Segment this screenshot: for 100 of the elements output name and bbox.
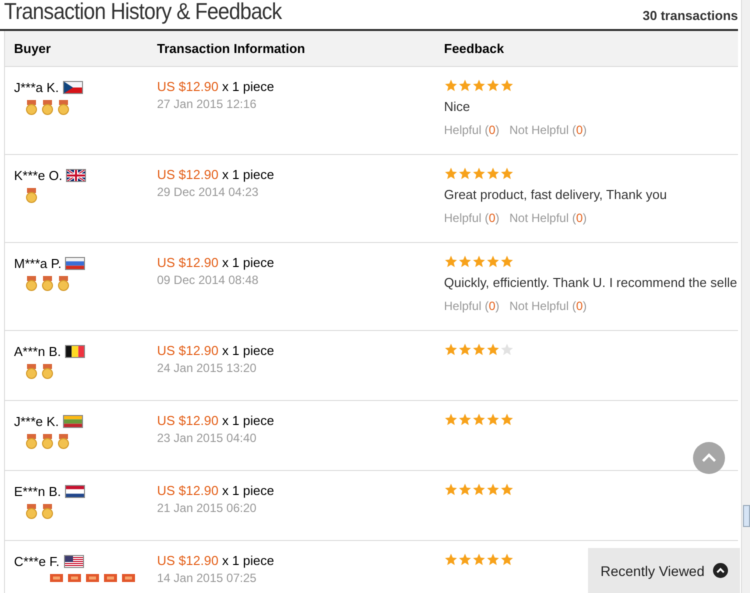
star-icon: [500, 79, 514, 92]
flag-icon: [62, 80, 83, 94]
star-icon: [472, 553, 486, 566]
star-icon: [444, 167, 458, 180]
feedback-comment: Nice: [444, 99, 472, 114]
star-icon: [458, 167, 472, 180]
star-icon: [500, 413, 514, 426]
price-quantity: US $12.90 x 1 piece: [157, 413, 276, 428]
star-icon: [472, 343, 486, 356]
column-header: Transaction Information: [156, 41, 306, 56]
transaction-date: 21 Jan 2015 06:20: [157, 501, 258, 515]
star-icon: [500, 483, 514, 496]
star-icon: [444, 79, 458, 92]
flag-icon: [64, 484, 85, 498]
star-icon: [458, 413, 472, 426]
page-title: Transaction History & Feedback: [4, 0, 282, 25]
transaction-date: 14 Jan 2015 07:25: [157, 571, 258, 585]
helpful-link[interactable]: Helpful (0): [444, 299, 500, 313]
star-icon: [472, 79, 486, 92]
star-icon: [458, 343, 472, 356]
price-quantity: US $12.90 x 1 piece: [157, 167, 276, 182]
star-icon: [444, 483, 458, 496]
medal-icon: [58, 100, 69, 115]
helpful-link[interactable]: Helpful (0): [444, 211, 500, 225]
star-icon: [444, 553, 458, 566]
star-icon: [472, 167, 486, 180]
star-icon: [472, 483, 486, 496]
flag-icon: [65, 256, 86, 270]
star-icon: [458, 553, 472, 566]
star-icon: [444, 413, 458, 426]
badge-icon: [68, 574, 81, 582]
price-quantity: US $12.90 x 1 piece: [157, 483, 276, 498]
transaction-date: 24 Jan 2015 13:20: [157, 361, 258, 375]
star-icon: [486, 413, 500, 426]
badge-icon: [104, 574, 117, 582]
medal-icon: [42, 504, 53, 519]
star-icon: [486, 255, 500, 268]
buyer-name: E***n B.: [14, 484, 61, 498]
chevron-up-icon: [701, 453, 717, 463]
star-icon: [500, 255, 514, 268]
medal-icon: [58, 276, 69, 291]
price-quantity: US $12.90 x 1 piece: [157, 255, 276, 270]
buyer-name: M***a P.: [14, 256, 62, 270]
badge-icon: [86, 574, 99, 582]
star-icon: [444, 255, 458, 268]
badge-icon: [122, 574, 135, 582]
buyer-name: J***e K.: [14, 414, 59, 428]
star-icon: [500, 343, 514, 356]
star-icon: [458, 79, 472, 92]
scroll-top-button[interactable]: [693, 442, 725, 474]
transaction-date: 09 Dec 2014 08:48: [157, 273, 260, 287]
flag-icon: [66, 168, 86, 182]
star-icon: [486, 343, 500, 356]
star-icon: [458, 483, 472, 496]
star-icon: [500, 167, 514, 180]
helpful-link[interactable]: Helpful (0): [444, 123, 500, 137]
star-icon: [500, 553, 514, 566]
medal-icon: [42, 100, 53, 115]
medal-icon: [26, 504, 37, 519]
star-icon: [486, 483, 500, 496]
buyer-name: A***n B.: [14, 344, 61, 358]
not-helpful-link[interactable]: Not Helpful (0): [509, 211, 587, 225]
transaction-date: 29 Dec 2014 04:23: [157, 185, 260, 199]
flag-icon: [64, 344, 85, 358]
flag-icon: [64, 554, 84, 568]
transaction-count: 30 transactions: [642, 8, 738, 23]
star-icon: [458, 255, 472, 268]
flag-icon: [62, 414, 83, 428]
price-quantity: US $12.90 x 1 piece: [157, 79, 276, 94]
medal-icon: [42, 364, 53, 379]
column-header: Buyer: [13, 41, 52, 56]
feedback-comment: Quickly, efficiently. Thank U. I recommend the selle: [444, 275, 738, 290]
price-quantity: US $12.90 x 1 piece: [157, 343, 276, 358]
star-icon: [444, 343, 458, 356]
buyer-name: C***e F.: [14, 554, 60, 568]
not-helpful-link[interactable]: Not Helpful (0): [509, 299, 587, 313]
not-helpful-link[interactable]: Not Helpful (0): [509, 123, 587, 137]
transaction-date: 27 Jan 2015 12:16: [157, 97, 258, 111]
star-icon: [472, 255, 486, 268]
recently-viewed-button[interactable]: Recently Viewed: [588, 548, 740, 593]
medal-icon: [26, 100, 37, 115]
star-icon: [472, 413, 486, 426]
transaction-date: 23 Jan 2015 04:40: [157, 431, 258, 445]
star-icon: [486, 167, 500, 180]
medal-icon: [58, 434, 69, 449]
medal-icon: [26, 434, 37, 449]
badge-icon: [50, 574, 63, 582]
column-header: Feedback: [443, 41, 505, 56]
medal-icon: [26, 188, 37, 203]
scrollbar[interactable]: [741, 0, 750, 593]
medal-icon: [42, 434, 53, 449]
buyer-name: J***a K.: [14, 80, 59, 94]
chevron-up-icon: [712, 563, 728, 578]
star-icon: [486, 79, 500, 92]
buyer-name: K***e O.: [14, 168, 62, 182]
medal-icon: [42, 276, 53, 291]
price-quantity: US $12.90 x 1 piece: [157, 553, 276, 568]
medal-icon: [26, 364, 37, 379]
star-icon: [486, 553, 500, 566]
feedback-comment: Great product, fast delivery, Thank you: [444, 187, 668, 202]
